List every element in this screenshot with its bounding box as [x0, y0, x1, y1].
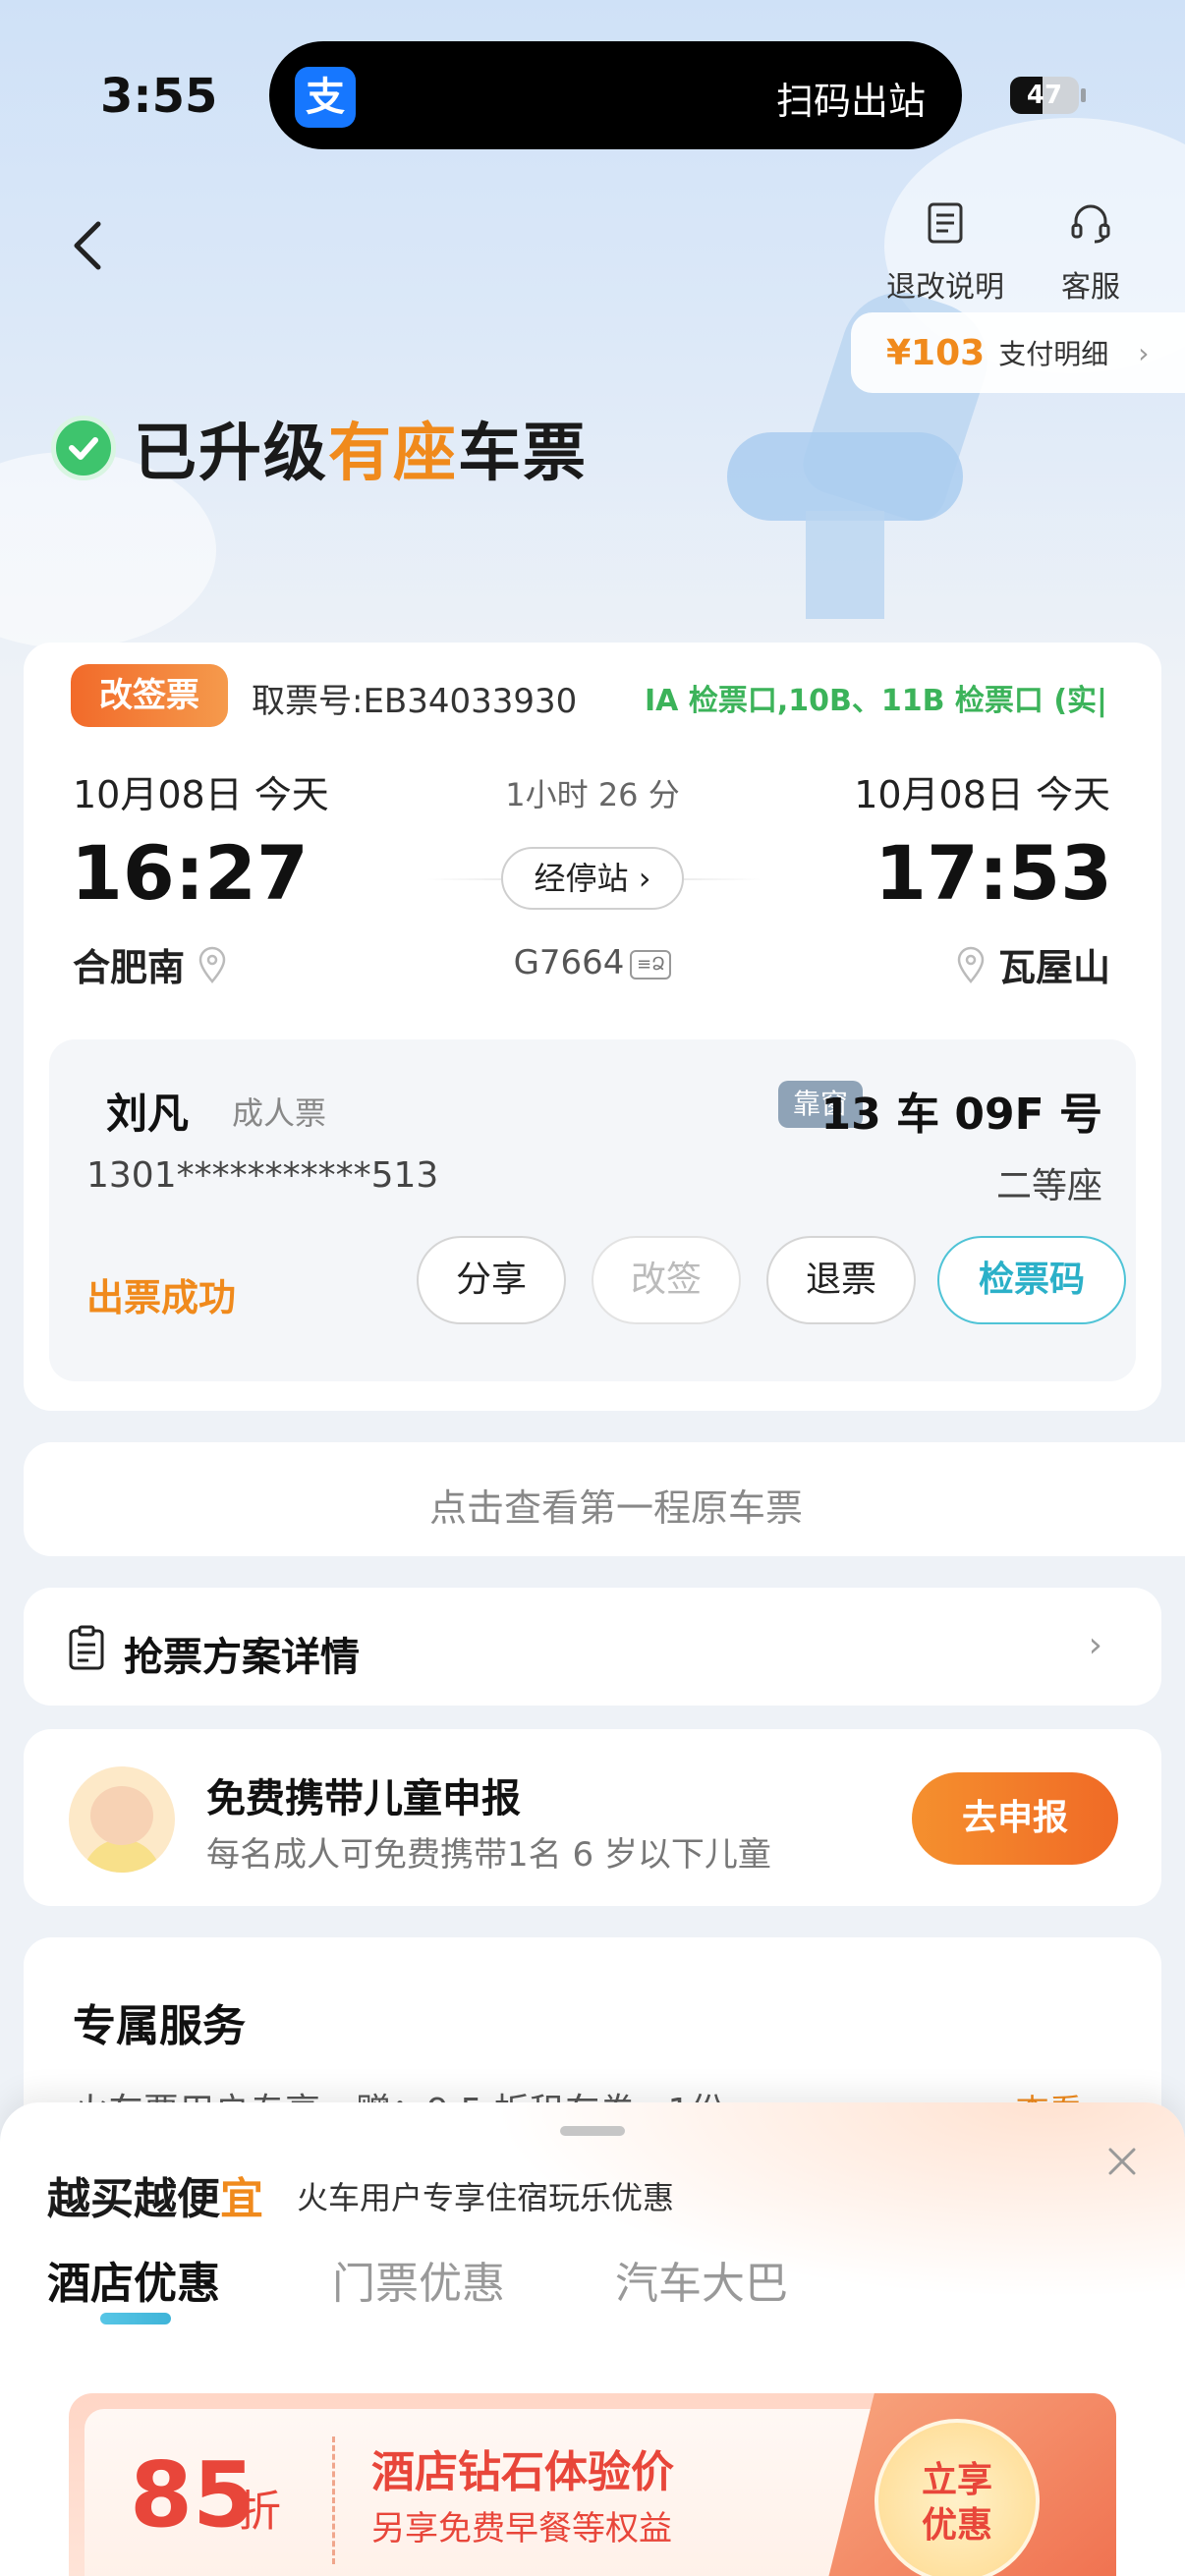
- train-info-icon: ≡Ձ: [630, 949, 672, 980]
- refund-policy-label: 退改说明: [886, 270, 1004, 305]
- claim-line-1: 立享: [921, 2460, 992, 2500]
- claim-offer-button[interactable]: 立享 优惠: [875, 2419, 1040, 2576]
- chevron-right-icon: ›: [1088, 1625, 1102, 1665]
- ticket-status: 出票成功: [86, 1276, 237, 1319]
- discount-unit: 折: [238, 2487, 281, 2537]
- child-declaration-card: 免费携带儿童申报 每名成人可免费携带1名 6 岁以下儿童 去申报: [24, 1729, 1161, 1906]
- coupon-divider: [332, 2436, 335, 2564]
- tab-hotel[interactable]: 酒店优惠: [47, 2248, 220, 2311]
- payment-amount: ¥103: [886, 332, 986, 373]
- changed-ticket-tag: 改签票: [71, 664, 228, 727]
- pickup-number: 取票号:EB34033930: [252, 682, 578, 721]
- page-title: 已升级有座车票: [51, 403, 588, 493]
- passenger-panel: 刘凡 成人票 靠窗 13 车 09F 号 1301***********513 …: [49, 1039, 1136, 1381]
- sheet-grabber[interactable]: [560, 2126, 625, 2136]
- share-button[interactable]: 分享: [417, 1236, 566, 1324]
- document-icon: [928, 202, 963, 244]
- original-ticket-link[interactable]: 点击查看第一程原车票: [24, 1442, 1185, 1556]
- refund-policy-button[interactable]: 退改说明: [886, 201, 1004, 306]
- seat-number: 13 车 09F 号: [820, 1090, 1102, 1140]
- battery-cap: [1081, 88, 1086, 102]
- hotel-coupon[interactable]: 85 折 酒店钻石体验价 另享免费早餐等权益 立享 优惠: [69, 2393, 1116, 2576]
- baby-icon: [69, 1766, 175, 1873]
- sheet-subtitle: 火车用户专享住宿玩乐优惠: [297, 2179, 675, 2216]
- original-ticket-label: 点击查看第一程原车票: [428, 1486, 803, 1530]
- child-declaration-title: 免费携带儿童申报: [206, 1776, 521, 1821]
- coupon-subtitle: 另享免费早餐等权益: [371, 2509, 672, 2548]
- tab-tickets[interactable]: 门票优惠: [332, 2248, 505, 2311]
- close-icon[interactable]: [1102, 2142, 1142, 2181]
- chevron-right-icon: ›: [1138, 336, 1150, 369]
- title-prefix: 已升级: [134, 418, 328, 490]
- ticket-plan-label: 抢票方案详情: [124, 1635, 360, 1680]
- headset-icon: [1071, 204, 1110, 244]
- title-highlight: 有座: [328, 418, 458, 490]
- service-title: 专属服务: [73, 2001, 246, 2051]
- refund-button[interactable]: 退票: [766, 1236, 916, 1324]
- arrival-station[interactable]: 瓦屋山: [943, 937, 1110, 991]
- battery-icon: 47: [1010, 77, 1079, 114]
- change-ticket-button[interactable]: 改签: [592, 1236, 741, 1324]
- discount-value: 85: [130, 2442, 256, 2548]
- check-code-button[interactable]: 检票码: [937, 1236, 1126, 1324]
- arrival-time: 17:53: [875, 829, 1112, 917]
- sheet-title-accent: 宜: [220, 2174, 263, 2224]
- location-pin-icon: [957, 946, 985, 983]
- customer-service-label: 客服: [1061, 270, 1120, 305]
- sheet-title-main: 越买越便: [47, 2174, 220, 2224]
- payment-detail-label: 支付明细: [998, 338, 1109, 370]
- status-time: 3:55: [100, 69, 218, 124]
- active-tab-indicator: [100, 2313, 171, 2324]
- ticket-card: 改签票 取票号:EB34033930 IA 检票口,10B、11B 检票口 (实…: [24, 643, 1161, 1411]
- title-suffix: 车票: [458, 418, 588, 490]
- declare-button[interactable]: 去申报: [912, 1772, 1118, 1865]
- check-circle-icon: [51, 416, 116, 480]
- clipboard-icon: [69, 1625, 104, 1670]
- ticket-plan-row[interactable]: 抢票方案详情 ›: [24, 1588, 1161, 1706]
- ticket-type: 成人票: [232, 1094, 327, 1132]
- sheet-title: 越买越便宜: [47, 2163, 263, 2226]
- passenger-id: 1301***********513: [86, 1155, 439, 1196]
- stops-button[interactable]: 经停站 ›: [501, 847, 684, 910]
- claim-line-2: 优惠: [921, 2505, 992, 2546]
- chevron-left-icon: [74, 221, 101, 270]
- scan-exit-label[interactable]: 扫码出站: [776, 71, 926, 125]
- gate-info[interactable]: IA 检票口,10B、11B 检票口 (实|: [645, 676, 1146, 719]
- customer-service-button[interactable]: 客服: [1061, 201, 1120, 306]
- arrival-date: 10月08日 今天: [854, 773, 1110, 816]
- child-declaration-subtitle: 每名成人可免费携带1名 6 岁以下儿童: [206, 1835, 771, 1875]
- seat-class: 二等座: [995, 1166, 1102, 1206]
- promo-bottom-sheet: 越买越便宜 火车用户专享住宿玩乐优惠 酒店优惠 门票优惠 汽车大巴 85 折 酒…: [0, 2102, 1185, 2576]
- alipay-icon: 支: [295, 67, 356, 128]
- payment-detail-button[interactable]: ¥103 支付明细 ›: [851, 312, 1185, 393]
- passenger-name: 刘凡: [106, 1090, 190, 1138]
- departure-time: 16:27: [71, 829, 309, 917]
- back-button[interactable]: [59, 216, 118, 275]
- tab-bus[interactable]: 汽车大巴: [615, 2248, 788, 2311]
- coupon-title: 酒店钻石体验价: [371, 2447, 674, 2497]
